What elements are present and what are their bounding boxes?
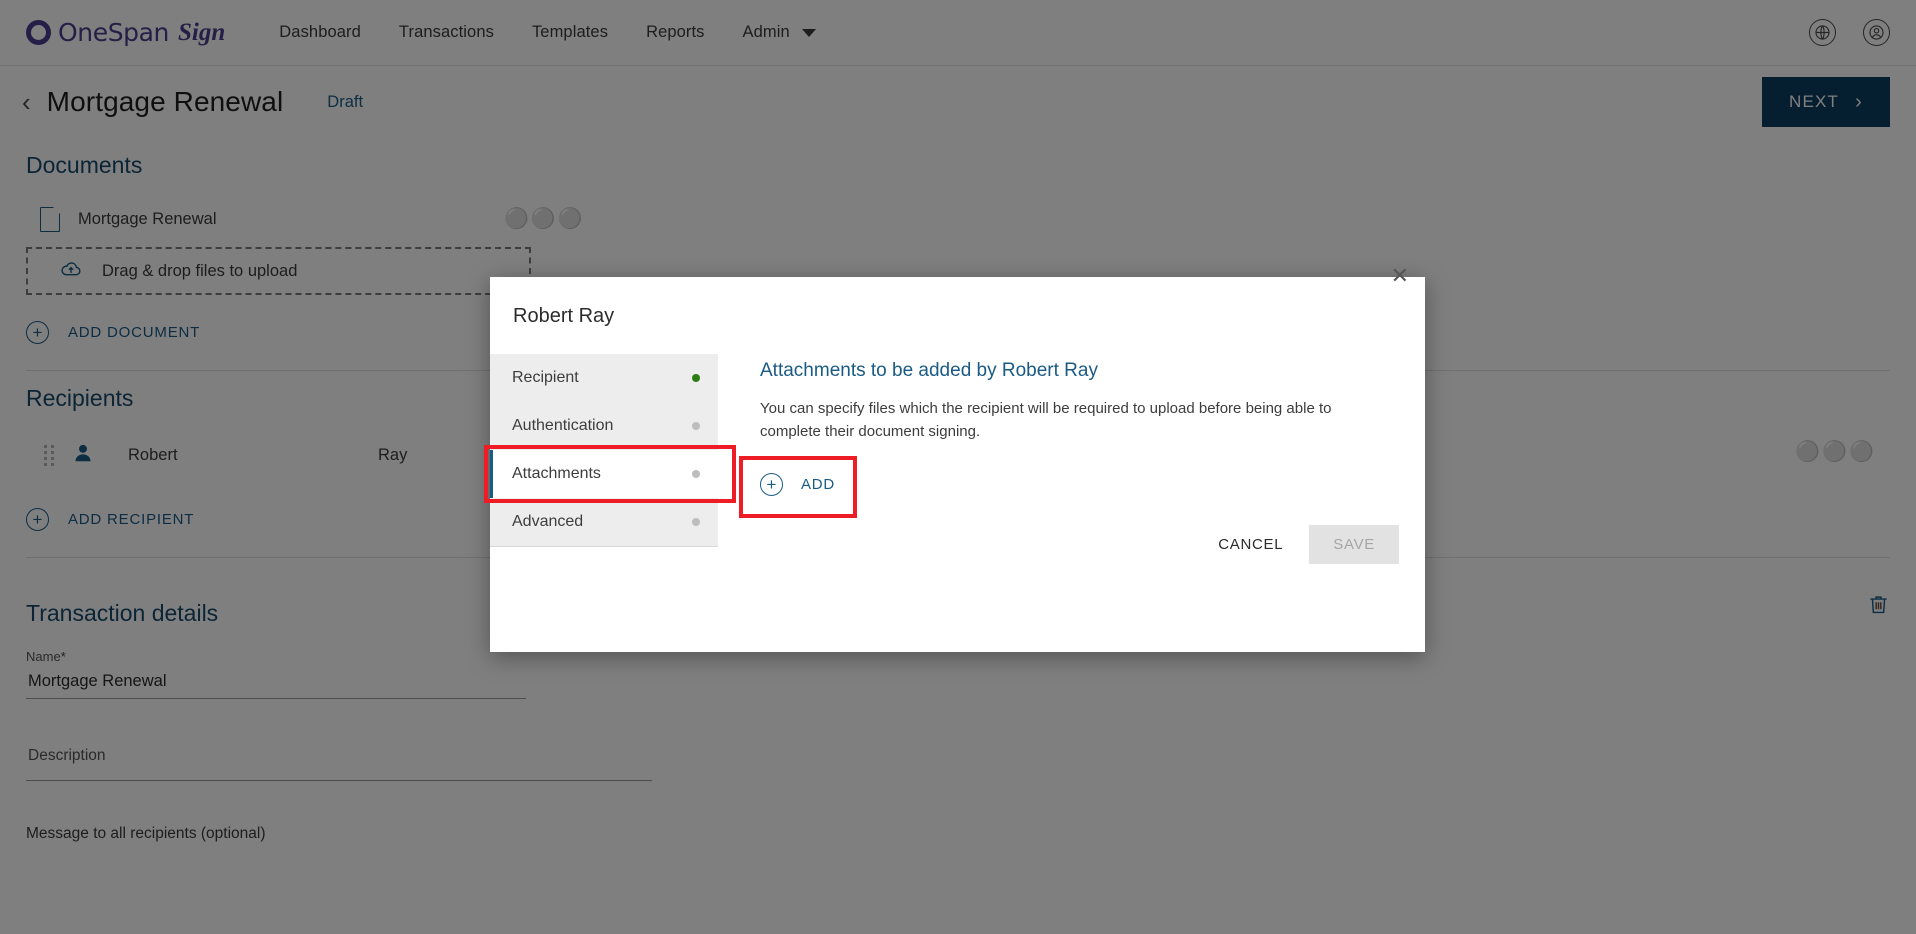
add-attachment-button[interactable]: + ADD	[739, 456, 857, 518]
dialog-footer: CANCEL SAVE	[1202, 525, 1399, 564]
attachments-description: You can specify files which the recipien…	[760, 400, 1332, 440]
dialog-tab-recipient[interactable]: Recipient	[490, 354, 718, 402]
dialog-title: Robert Ray	[513, 305, 615, 327]
dialog-tab-authentication[interactable]: Authentication	[490, 402, 718, 450]
plus-circle-icon: +	[760, 473, 783, 496]
dialog-tab-attachments[interactable]: Attachments	[484, 445, 736, 503]
dialog-tab-recipient-label: Recipient	[512, 369, 579, 386]
dialog-tab-attachments-label: Attachments	[512, 465, 601, 482]
status-dot-icon	[692, 518, 700, 526]
dialog-content-panel: Attachments to be added by Robert Ray Yo…	[718, 354, 1425, 547]
dialog-tab-advanced-label: Advanced	[512, 513, 584, 530]
dialog-tab-list: Recipient Authentication Attachments Adv…	[484, 354, 736, 547]
dialog-tab-authentication-label: Authentication	[512, 417, 614, 434]
dialog-tab-advanced[interactable]: Advanced	[490, 498, 718, 546]
status-dot-icon	[692, 422, 700, 430]
status-dot-icon	[692, 374, 700, 382]
attachments-heading: Attachments to be added by Robert Ray	[760, 360, 1098, 381]
close-icon[interactable]: ✕	[1391, 265, 1409, 287]
cancel-button[interactable]: CANCEL	[1202, 525, 1299, 564]
add-attachment-label: ADD	[801, 476, 836, 493]
recipient-settings-dialog: ✕ Robert Ray Recipient Authentication At…	[484, 265, 1425, 652]
save-button[interactable]: SAVE	[1309, 525, 1399, 564]
dialog-body: Recipient Authentication Attachments Adv…	[484, 328, 1425, 547]
status-dot-icon	[692, 470, 700, 478]
